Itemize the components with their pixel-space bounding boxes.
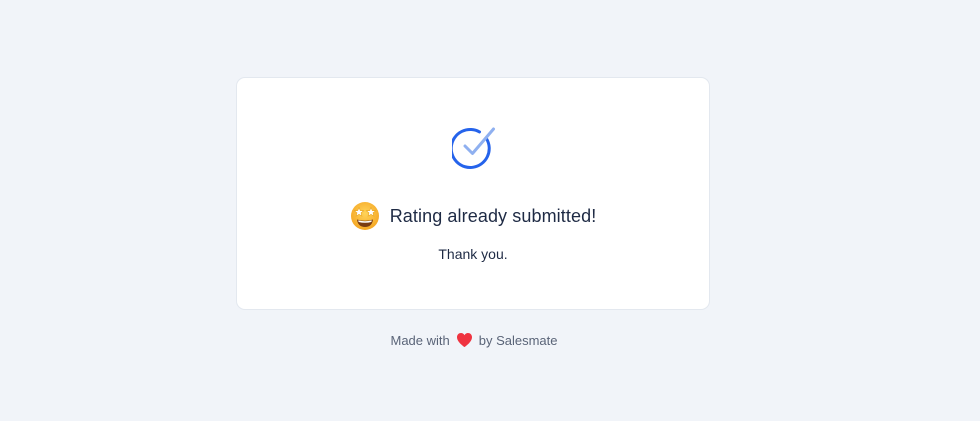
heart-icon — [456, 333, 472, 347]
footer: Made with by Salesmate — [0, 331, 948, 349]
page-title: Rating already submitted! — [389, 205, 597, 226]
page: Rating already submitted! Thank you. Mad… — [0, 0, 980, 421]
footer-brand-link[interactable]: by Salesmate — [479, 333, 558, 348]
star-struck-emoji-icon — [350, 202, 379, 230]
thank-you-message: Thank you. — [438, 246, 508, 262]
title-row: Rating already submitted! — [237, 201, 709, 231]
rating-status-card: Rating already submitted! Thank you. — [236, 77, 710, 310]
check-circle-icon — [452, 127, 495, 169]
footer-made-with-text: Made with — [390, 332, 450, 348]
